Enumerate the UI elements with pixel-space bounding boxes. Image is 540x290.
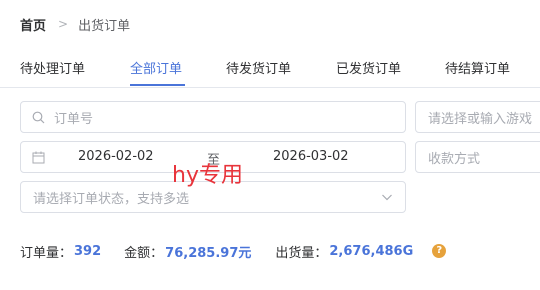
date-range-separator: 至	[207, 153, 221, 168]
shipped-value: 2,676,486G	[329, 243, 414, 259]
order-summary: 订单量： 392 金额： 76,285.97元 出货量： 2,676,486G …	[20, 242, 447, 261]
date-start-value[interactable]: 2026-02-02	[78, 149, 154, 164]
breadcrumb-separator: >	[58, 17, 69, 31]
order-count-label: 订单量：	[20, 245, 73, 261]
shipped-label: 出货量：	[275, 245, 328, 261]
order-count-value: 392	[74, 243, 102, 259]
tab-to-settle[interactable]: 待结算订单	[445, 58, 510, 88]
breadcrumb-current: 出货订单	[78, 18, 131, 34]
date-end-value[interactable]: 2026-03-02	[273, 149, 349, 164]
amount-value: 76,285.97元	[165, 245, 252, 261]
order-tabs: 待处理订单 全部订单 待发货订单 已发货订单 待结算订单	[0, 58, 540, 88]
chevron-down-icon	[382, 194, 392, 201]
order-status-placeholder: 请选择订单状态，支持多选	[33, 191, 190, 207]
order-number-input[interactable]: 订单号	[20, 101, 406, 133]
help-icon[interactable]: ?	[432, 244, 447, 258]
payment-method-placeholder: 收款方式	[428, 151, 481, 167]
order-status-select[interactable]: 请选择订单状态，支持多选	[20, 181, 406, 213]
tab-pending[interactable]: 待处理订单	[20, 58, 85, 88]
order-number-placeholder: 订单号	[54, 111, 94, 127]
amount-label: 金额：	[124, 245, 164, 261]
search-icon	[32, 111, 45, 124]
calendar-icon	[32, 151, 45, 164]
tab-to-ship[interactable]: 待发货订单	[226, 58, 291, 88]
date-range-picker[interactable]: 2026-02-02 至 2026-03-02	[20, 141, 406, 173]
game-select-placeholder: 请选择或输入游戏	[428, 111, 533, 127]
game-select[interactable]: 请选择或输入游戏	[415, 101, 540, 133]
tab-shipped[interactable]: 已发货订单	[336, 58, 401, 88]
payment-method-select[interactable]: 收款方式	[415, 141, 540, 173]
breadcrumb: 首页 > 出货订单	[20, 14, 130, 34]
active-tab-indicator	[130, 84, 185, 86]
breadcrumb-home[interactable]: 首页	[20, 15, 46, 34]
